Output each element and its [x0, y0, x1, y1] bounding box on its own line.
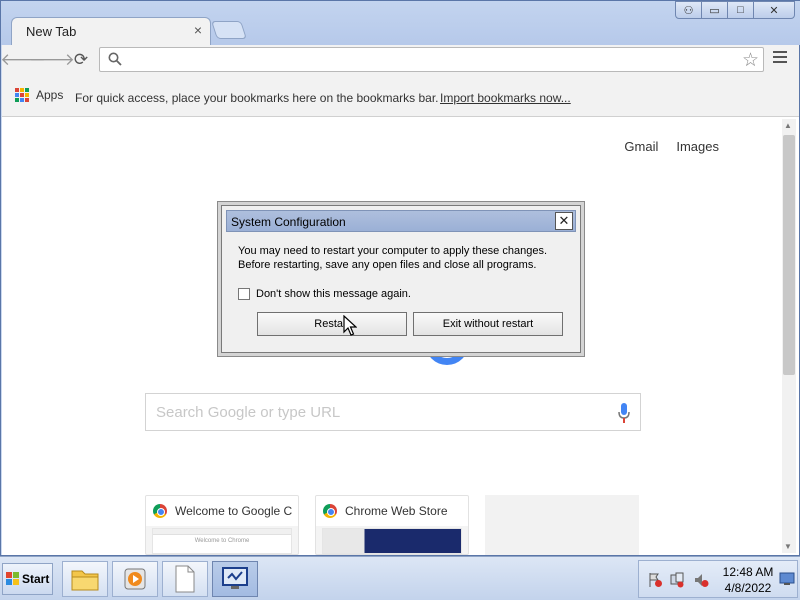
scroll-thumb[interactable]	[783, 135, 795, 375]
apps-grid-icon	[15, 88, 29, 102]
bookmarks-bar: Apps For quick access, place your bookma…	[2, 75, 799, 117]
title-bar: New Tab × ⚇ ▭ □ ✕	[1, 1, 800, 45]
new-tab-button[interactable]	[211, 21, 247, 39]
system-config-icon	[222, 567, 248, 589]
media-player-button[interactable]	[112, 561, 158, 597]
empty-tile	[485, 495, 639, 555]
address-bar[interactable]: ☆	[99, 47, 764, 72]
exit-without-restart-button[interactable]: Exit without restart	[413, 312, 563, 336]
tile-thumbnail	[322, 528, 462, 554]
maximize-button[interactable]: □	[727, 1, 754, 19]
dialog-message: You may need to restart your computer to…	[238, 244, 547, 272]
reload-icon[interactable]: ⟳	[70, 49, 92, 71]
notification-area: 12:48 AM 4/8/2022	[638, 560, 798, 598]
start-label: Start	[22, 572, 50, 586]
media-player-icon	[124, 568, 146, 590]
chrome-menu-icon[interactable]	[773, 51, 787, 65]
user-icon[interactable]: ⚇	[675, 1, 702, 19]
tile-header: Chrome Web Store	[316, 496, 468, 526]
volume-muted-icon[interactable]	[693, 572, 709, 588]
thumb-caption: Welcome to Chrome	[194, 538, 250, 544]
clock-time: 12:48 AM	[722, 565, 774, 579]
gmail-link[interactable]: Gmail	[624, 139, 658, 154]
restart-button[interactable]: Restart	[257, 312, 407, 336]
forward-icon[interactable]: 🡒	[29, 49, 75, 71]
folder-icon	[71, 570, 99, 591]
system-configuration-taskbar-button[interactable]	[212, 561, 258, 597]
notepad-button[interactable]	[162, 561, 208, 597]
search-box[interactable]: Search Google or type URL	[145, 393, 641, 431]
tile-thumbnail: Welcome to Chrome	[152, 528, 292, 554]
dialog-message-line-1: You may need to restart your computer to…	[238, 245, 547, 257]
minimize-button[interactable]: ▭	[701, 1, 728, 19]
tile-title: Welcome to Google C	[175, 504, 293, 518]
tab-title: New Tab	[26, 24, 77, 39]
system-configuration-dialog: System Configuration ✕ You may need to r…	[221, 205, 581, 353]
apps-label: Apps	[36, 88, 64, 102]
images-link[interactable]: Images	[676, 139, 719, 154]
dialog-message-line-2: Before restarting, save any open files a…	[238, 259, 537, 271]
most-visited-tile[interactable]: Welcome to Google C Welcome to Chrome	[145, 495, 299, 555]
scrollbar[interactable]: ▲ ▼	[782, 119, 796, 553]
window-controls: ⚇ ▭ □ ✕	[675, 1, 795, 19]
scroll-up-icon[interactable]: ▲	[784, 121, 792, 130]
close-window-button[interactable]: ✕	[753, 1, 795, 19]
file-explorer-button[interactable]	[62, 561, 108, 597]
most-visited-tile[interactable]: Chrome Web Store	[315, 495, 469, 555]
show-desktop-icon[interactable]	[779, 572, 795, 586]
clock[interactable]: 12:48 AM 4/8/2022	[719, 564, 777, 596]
dialog-title-bar: System Configuration ✕	[226, 210, 576, 232]
bookmark-star-icon[interactable]: ☆	[742, 49, 759, 72]
toolbar: 🡐 🡒 ⟳ ☆	[0, 45, 799, 75]
dont-show-again-option[interactable]: Don't show this message again.	[238, 288, 411, 300]
scroll-down-icon[interactable]: ▼	[784, 542, 792, 551]
search-icon	[108, 52, 122, 66]
apps-shortcut[interactable]: Apps	[15, 88, 63, 102]
network-icon[interactable]	[669, 572, 685, 588]
tile-title: Chrome Web Store	[345, 504, 448, 518]
tab-close-icon[interactable]: ×	[194, 22, 202, 38]
dont-show-again-checkbox[interactable]	[238, 288, 250, 300]
top-links: Gmail Images	[624, 139, 719, 154]
start-button[interactable]: Start	[2, 563, 53, 595]
dialog-title: System Configuration	[231, 215, 346, 229]
tile-header: Welcome to Google C	[146, 496, 298, 526]
mouse-cursor-icon	[343, 315, 357, 336]
clock-date: 4/8/2022	[724, 581, 772, 595]
action-center-flag-icon[interactable]	[647, 572, 663, 588]
blank-document-icon	[175, 565, 195, 593]
microphone-icon[interactable]	[616, 402, 632, 424]
bookmarks-prompt: For quick access, place your bookmarks h…	[75, 91, 439, 105]
tab-new-tab[interactable]: New Tab ×	[11, 17, 211, 45]
dialog-close-button[interactable]: ✕	[555, 212, 573, 230]
web-store-favicon-icon	[323, 504, 337, 518]
search-placeholder: Search Google or type URL	[156, 404, 341, 421]
taskbar: Start 12:48 AM 4/8/2022	[0, 556, 800, 600]
chrome-favicon-icon	[153, 504, 167, 518]
dont-show-again-label: Don't show this message again.	[256, 288, 411, 300]
windows-logo-icon	[6, 572, 20, 586]
import-bookmarks-link[interactable]: Import bookmarks now...	[440, 91, 571, 105]
